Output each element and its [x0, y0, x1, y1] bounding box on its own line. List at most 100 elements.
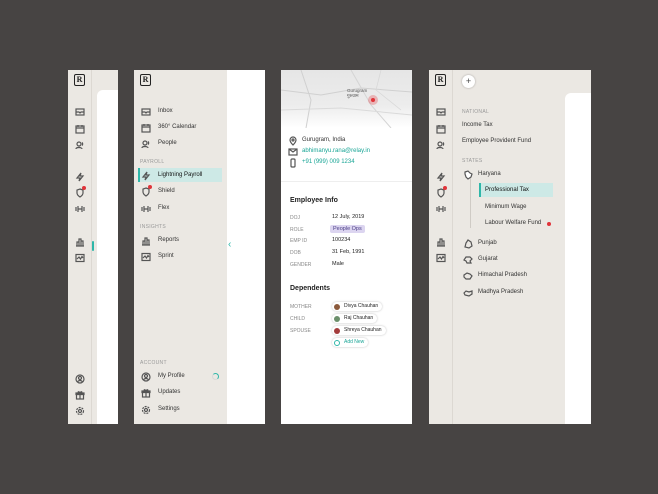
reports-icon[interactable] [436, 237, 446, 247]
role-label: ROLE [290, 227, 304, 233]
flex-icon [141, 204, 151, 213]
list-item-epf[interactable]: Employee Provident Fund [462, 138, 531, 144]
state-haryana[interactable]: Haryana [478, 171, 501, 177]
section-states: STATES [462, 158, 483, 164]
flex-icon[interactable] [75, 204, 85, 213]
content-area [97, 90, 118, 424]
location-text: Gurugram, India [302, 137, 346, 143]
sprint-icon[interactable] [75, 253, 85, 262]
phone-link[interactable]: +91 (999) 009 1234 [302, 159, 355, 165]
collapse-chevron-icon[interactable]: ‹ [228, 239, 231, 250]
section-account: ACCOUNT [140, 360, 167, 366]
add-symbol: + [465, 76, 472, 86]
sidebar-item-calendar[interactable]: 360° Calendar [158, 124, 196, 130]
calendar-icon [141, 123, 151, 133]
child-chip[interactable]: Raj Chauhan [332, 314, 378, 323]
state-madhya-pradesh[interactable]: Madhya Pradesh [478, 289, 523, 295]
lightning-icon[interactable] [75, 172, 85, 181]
reports-icon[interactable] [75, 237, 85, 247]
inbox-icon[interactable] [75, 107, 85, 116]
mother-name: Divya Chauhan [344, 303, 379, 309]
sidebar-item-updates[interactable]: Updates [158, 389, 180, 395]
email-link[interactable]: abhimanyu.rana@relay.in [302, 148, 370, 154]
himachal-map-icon [463, 271, 473, 280]
sidebar-item-lightning-payroll[interactable]: Lightning Payroll [158, 172, 202, 178]
gujarat-map-icon [463, 255, 473, 264]
sidebar-item-reports[interactable]: Reports [158, 237, 179, 243]
sidebar-item-inbox[interactable]: Inbox [158, 108, 173, 114]
add-new-button[interactable]: Add New [332, 338, 369, 347]
divider [281, 181, 412, 182]
list-item-professional-tax: Professional Tax [485, 187, 529, 193]
sprint-icon[interactable] [436, 253, 446, 262]
logo-icon[interactable]: R [435, 74, 446, 86]
calendar-icon[interactable] [75, 124, 85, 134]
section-payroll: PAYROLL [140, 159, 165, 165]
list-item-minimum-wage[interactable]: Minimum Wage [485, 204, 526, 210]
tree-line [470, 178, 471, 228]
logo-icon[interactable]: R [74, 74, 85, 86]
gift-icon[interactable] [75, 390, 85, 400]
gift-icon [141, 388, 151, 398]
profile-progress-icon [212, 373, 219, 380]
map-view[interactable]: Gurugram गुरुग्राम [281, 70, 412, 128]
plus-icon [334, 339, 340, 346]
spouse-label: SPOUSE [290, 328, 311, 334]
mail-icon [288, 147, 298, 156]
punjab-map-icon [463, 238, 473, 249]
expanded-sidebar-panel: R Inbox 360° Calendar People PAYROLL Lig… [134, 70, 265, 424]
lightning-icon[interactable] [436, 172, 446, 181]
gender-label: GENDER [290, 262, 312, 268]
empid-value: 100234 [332, 237, 351, 243]
avatar [334, 303, 340, 310]
spouse-chip[interactable]: Shreya Chauhan [332, 326, 386, 335]
dob-value: 31 Feb, 1991 [332, 249, 365, 255]
role-badge: People Ops [330, 225, 365, 233]
avatar [334, 327, 340, 334]
content-area [227, 70, 265, 424]
inbox-icon[interactable] [436, 107, 446, 116]
employee-info-heading: Employee Info [290, 197, 338, 204]
add-button[interactable]: + [462, 75, 475, 88]
section-insights: INSIGHTS [140, 224, 167, 230]
doj-value: 12 July, 2019 [332, 214, 365, 220]
empid-label: EMP ID [290, 238, 308, 244]
mother-label: MOTHER [290, 304, 312, 310]
list-item-labour-welfare-fund[interactable]: Labour Welfare Fund [485, 220, 541, 226]
people-icon[interactable] [436, 140, 446, 149]
scroll-indicator[interactable] [92, 241, 94, 251]
sidebar-item-settings[interactable]: Settings [158, 406, 180, 412]
dependents-heading: Dependents [290, 285, 331, 292]
people-icon[interactable] [75, 140, 85, 149]
state-gujarat[interactable]: Gujarat [478, 256, 498, 262]
spouse-name: Shreya Chauhan [344, 327, 382, 333]
labour-welfare-alert-dot [547, 222, 551, 226]
haryana-map-icon [463, 169, 473, 180]
map-roads [281, 70, 412, 128]
sidebar-item-shield[interactable]: Shield [158, 188, 175, 194]
profile-icon [141, 371, 151, 382]
sidebar-item-sprint[interactable]: Sprint [158, 253, 174, 259]
sidebar-item-flex[interactable]: Flex [158, 205, 169, 211]
avatar [334, 315, 340, 322]
flex-icon[interactable] [436, 204, 446, 213]
add-new-label: Add New [344, 339, 365, 345]
state-himachal-pradesh[interactable]: Himachal Pradesh [478, 272, 527, 278]
logo-icon[interactable]: R [140, 74, 151, 86]
inbox-icon [141, 107, 151, 116]
shield-alert-dot [443, 186, 447, 190]
state-punjab[interactable]: Punjab [478, 240, 497, 246]
calendar-icon[interactable] [436, 124, 446, 134]
lightning-icon [141, 171, 151, 180]
mother-chip[interactable]: Divya Chauhan [332, 302, 383, 311]
sidebar-item-people[interactable]: People [158, 140, 177, 146]
collapsed-sidebar-panel: R [68, 70, 118, 424]
profile-icon[interactable] [75, 373, 85, 384]
list-item-income-tax[interactable]: Income Tax [462, 122, 493, 128]
settings-icon[interactable] [75, 406, 85, 415]
map-pin-center-icon [371, 98, 375, 102]
reports-icon [141, 236, 151, 246]
employee-profile-panel: Gurugram गुरुग्राम Gurugram, India abhim… [281, 70, 412, 424]
madhya-map-icon [463, 288, 473, 297]
sidebar-item-my-profile[interactable]: My Profile [158, 373, 185, 379]
